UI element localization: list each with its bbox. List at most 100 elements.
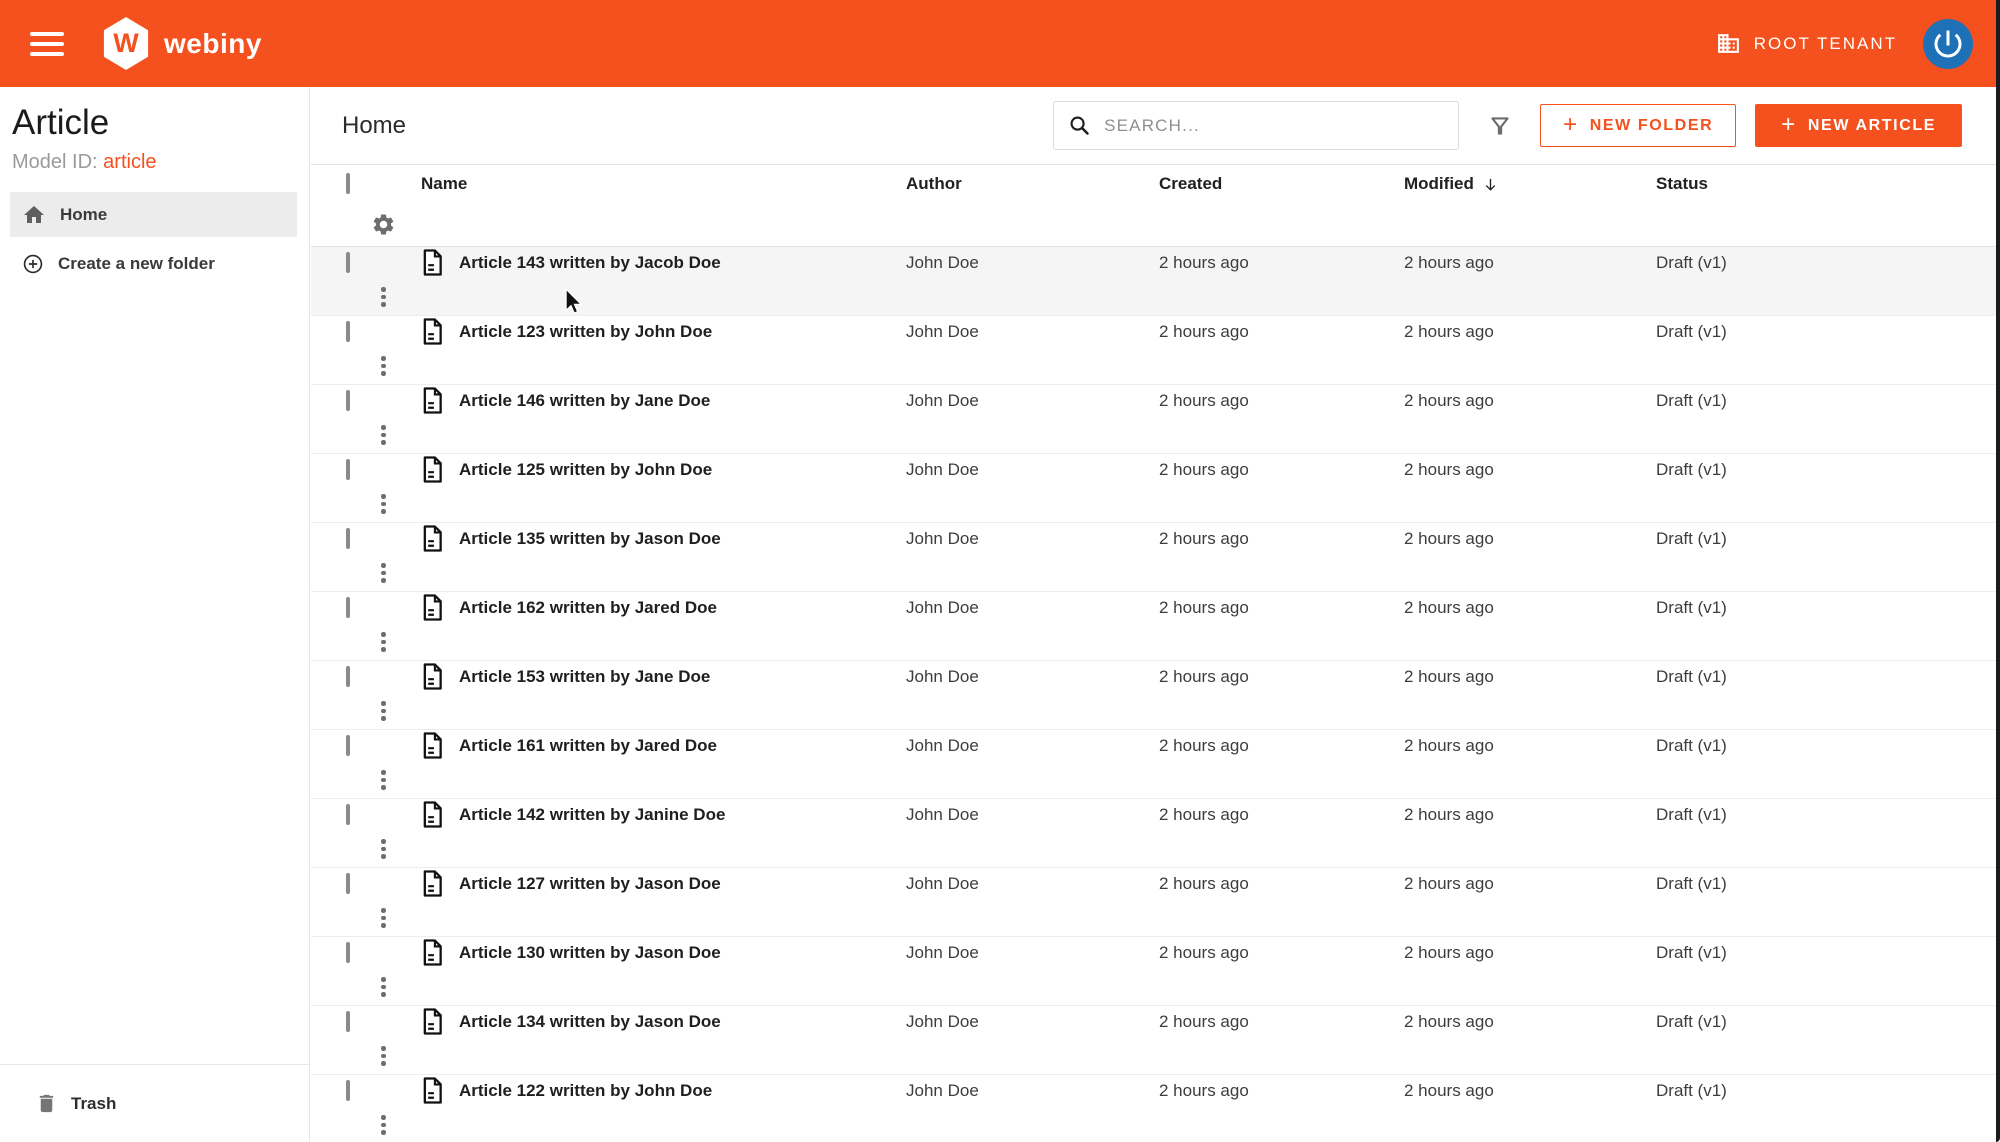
entry-name[interactable]: Article 161 written by Jared Doe — [459, 736, 717, 756]
entry-name[interactable]: Article 146 written by Jane Doe — [459, 391, 710, 411]
row-checkbox[interactable] — [346, 458, 350, 480]
entry-author: John Doe — [906, 735, 979, 755]
table-row[interactable]: Article 146 written by Jane Doe John Doe… — [311, 385, 2000, 454]
entry-author: John Doe — [906, 390, 979, 410]
column-header-status[interactable]: Status — [1656, 174, 1926, 194]
table-row[interactable]: Article 143 written by Jacob Doe John Do… — [311, 247, 2000, 316]
new-article-button[interactable]: + NEW ARTICLE — [1755, 104, 1962, 147]
content-area: Home + NEW FOLDER + NEW ARTICLE Name Aut… — [311, 87, 2000, 1142]
column-header-name[interactable]: Name — [421, 174, 906, 194]
column-header-author[interactable]: Author — [906, 174, 1159, 194]
row-menu-button[interactable] — [375, 1109, 392, 1141]
row-menu-button[interactable] — [375, 626, 392, 658]
entry-name[interactable]: Article 125 written by John Doe — [459, 460, 712, 480]
row-menu-button[interactable] — [375, 971, 392, 1003]
document-icon — [423, 801, 442, 829]
row-menu-button[interactable] — [375, 281, 392, 313]
search-input[interactable] — [1104, 115, 1445, 136]
entry-status: Draft (v1) — [1656, 321, 1727, 341]
row-menu-button[interactable] — [375, 557, 392, 589]
user-avatar[interactable] — [1923, 18, 1973, 69]
entry-name[interactable]: Article 142 written by Janine Doe — [459, 805, 725, 825]
row-menu-button[interactable] — [375, 764, 392, 796]
row-checkbox[interactable] — [346, 803, 350, 825]
row-checkbox[interactable] — [346, 734, 350, 756]
select-all-checkbox[interactable] — [346, 173, 350, 194]
row-menu-button[interactable] — [375, 1040, 392, 1072]
entry-name[interactable]: Article 134 written by Jason Doe — [459, 1012, 721, 1032]
entry-name[interactable]: Article 153 written by Jane Doe — [459, 667, 710, 687]
row-checkbox[interactable] — [346, 320, 350, 342]
table-row[interactable]: Article 153 written by Jane Doe John Doe… — [311, 661, 2000, 730]
entry-created: 2 hours ago — [1159, 1080, 1249, 1100]
window-right-edge[interactable] — [1996, 0, 2000, 1142]
entry-author: John Doe — [906, 942, 979, 962]
table-row[interactable]: Article 122 written by John Doe John Doe… — [311, 1075, 2000, 1142]
table-row[interactable]: Article 162 written by Jared Doe John Do… — [311, 592, 2000, 661]
entry-name[interactable]: Article 135 written by Jason Doe — [459, 529, 721, 549]
row-menu-button[interactable] — [375, 419, 392, 451]
row-menu-button[interactable] — [375, 833, 392, 865]
webiny-logo[interactable]: W webiny — [102, 17, 262, 70]
entry-status: Draft (v1) — [1656, 735, 1727, 755]
sidebar-item-label: Create a new folder — [58, 253, 215, 273]
column-header-created[interactable]: Created — [1159, 174, 1404, 194]
row-menu-button[interactable] — [375, 695, 392, 727]
new-folder-button[interactable]: + NEW FOLDER — [1540, 104, 1737, 147]
entry-status: Draft (v1) — [1656, 804, 1727, 824]
sidebar-item-home[interactable]: Home — [10, 192, 297, 237]
webiny-hexagon-icon: W — [103, 17, 149, 70]
row-checkbox[interactable] — [346, 665, 350, 687]
entry-name[interactable]: Article 130 written by Jason Doe — [459, 943, 721, 963]
table-row[interactable]: Article 123 written by John Doe John Doe… — [311, 316, 2000, 385]
column-header-modified[interactable]: Modified — [1404, 174, 1656, 194]
table-row[interactable]: Article 161 written by Jared Doe John Do… — [311, 730, 2000, 799]
entry-name[interactable]: Article 122 written by John Doe — [459, 1081, 712, 1101]
table-row[interactable]: Article 134 written by Jason Doe John Do… — [311, 1006, 2000, 1075]
entry-modified: 2 hours ago — [1404, 321, 1494, 341]
row-checkbox[interactable] — [346, 1010, 350, 1032]
sidebar-item-create-folder[interactable]: Create a new folder — [10, 241, 297, 286]
entry-status: Draft (v1) — [1656, 252, 1727, 272]
row-checkbox[interactable] — [346, 596, 350, 618]
top-app-bar: W webiny ROOT TENANT — [0, 0, 2000, 87]
row-checkbox[interactable] — [346, 872, 350, 894]
tenant-selector[interactable]: ROOT TENANT — [1716, 31, 1897, 56]
entry-created: 2 hours ago — [1159, 1011, 1249, 1031]
entry-modified: 2 hours ago — [1404, 459, 1494, 479]
table-row[interactable]: Article 127 written by Jason Doe John Do… — [311, 868, 2000, 937]
row-menu-button[interactable] — [375, 902, 392, 934]
table-row[interactable]: Article 135 written by Jason Doe John Do… — [311, 523, 2000, 592]
entry-modified: 2 hours ago — [1404, 873, 1494, 893]
document-icon — [423, 939, 442, 967]
entry-status: Draft (v1) — [1656, 459, 1727, 479]
row-checkbox[interactable] — [346, 251, 350, 273]
entry-modified: 2 hours ago — [1404, 528, 1494, 548]
breadcrumb[interactable]: Home — [342, 112, 406, 140]
row-menu-button[interactable] — [375, 488, 392, 520]
search-icon — [1070, 116, 1089, 135]
entry-status: Draft (v1) — [1656, 390, 1727, 410]
row-checkbox[interactable] — [346, 527, 350, 549]
entry-author: John Doe — [906, 1080, 979, 1100]
plus-icon: + — [1781, 110, 1797, 138]
document-icon — [423, 732, 442, 760]
table-row[interactable]: Article 130 written by Jason Doe John Do… — [311, 937, 2000, 1006]
brand-wordmark: webiny — [164, 27, 262, 59]
filter-button[interactable] — [1487, 113, 1513, 139]
entry-name[interactable]: Article 143 written by Jacob Doe — [459, 253, 721, 273]
row-checkbox[interactable] — [346, 389, 350, 411]
table-row[interactable]: Article 142 written by Janine Doe John D… — [311, 799, 2000, 868]
menu-icon[interactable] — [30, 31, 64, 56]
entry-name[interactable]: Article 127 written by Jason Doe — [459, 874, 721, 894]
new-folder-label: NEW FOLDER — [1589, 116, 1714, 134]
row-checkbox[interactable] — [346, 1079, 350, 1101]
row-checkbox[interactable] — [346, 941, 350, 963]
model-id: Model ID: article — [12, 151, 297, 174]
table-row[interactable]: Article 125 written by John Doe John Doe… — [311, 454, 2000, 523]
row-menu-button[interactable] — [375, 350, 392, 382]
trash-button[interactable]: Trash — [0, 1064, 309, 1142]
entry-name[interactable]: Article 162 written by Jared Doe — [459, 598, 717, 618]
table-settings-button[interactable] — [371, 212, 396, 237]
entry-name[interactable]: Article 123 written by John Doe — [459, 322, 712, 342]
